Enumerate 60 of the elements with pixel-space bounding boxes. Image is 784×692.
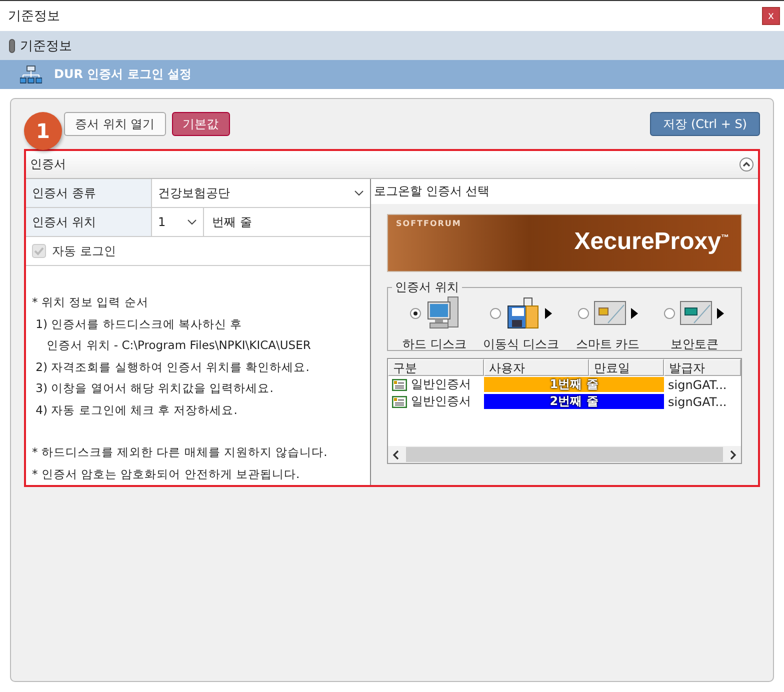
instruction-line: 2) 자격조회를 실행하여 인증서 위치를 확인하세요.: [34, 360, 310, 375]
user-cell: 2번째 줄: [484, 394, 664, 409]
radio-button[interactable]: [578, 308, 589, 318]
horizontal-scrollbar[interactable]: [388, 446, 741, 463]
scroll-left-icon[interactable]: [392, 450, 400, 460]
triangle-right-icon[interactable]: [630, 308, 638, 318]
table-cell: 일반인증서: [411, 393, 471, 410]
user-cell: 1번째 줄: [484, 377, 664, 392]
device-label: 하드 디스크: [402, 336, 466, 353]
instruction-line: 3) 이창을 열어서 해당 위치값을 입력하세요.: [34, 381, 274, 396]
certificate-icon: [392, 396, 407, 408]
auto-login-label: 자동 로그인: [52, 242, 116, 260]
save-button[interactable]: 저장 (Ctrl + S): [650, 112, 760, 136]
table-cell: signGAT...: [668, 394, 727, 408]
chevron-down-icon: [354, 190, 364, 196]
page-heading: DUR 인증서 로그인 설정: [54, 66, 192, 83]
capsule-icon: [9, 38, 15, 52]
device-label: 보안토큰: [670, 336, 718, 353]
radio-button[interactable]: [410, 308, 420, 318]
device-label: 스마트 카드: [576, 336, 640, 353]
field-label: 인증서 위치: [26, 208, 152, 236]
group-title: 인증서 위치: [394, 279, 460, 296]
instruction-line: 4) 자동 로그인에 체크 후 저장하세요.: [34, 402, 238, 418]
table-cell: 일반인증서: [411, 376, 471, 393]
column-header[interactable]: 만료일: [589, 359, 664, 376]
certificate-icon: [392, 378, 407, 390]
step-badge: 1: [24, 112, 62, 150]
default-button[interactable]: 기본값: [172, 112, 230, 136]
radio-button[interactable]: [664, 308, 676, 318]
instruction-line: 1) 인증서를 하드디스크에 복사하신 후: [34, 316, 242, 332]
breadcrumb: 기준정보: [20, 38, 72, 54]
device-label: 이동식 디스크: [483, 336, 560, 353]
instruction-line: * 인증서 암호는 암호화되어 안전하게 보관됩니다.: [32, 466, 300, 482]
location-select[interactable]: 1: [152, 208, 204, 236]
field-label: 인증서 종류: [26, 179, 152, 207]
triangle-right-icon[interactable]: [545, 308, 552, 318]
section-title: 인증서: [30, 156, 66, 173]
column-header[interactable]: 발급자: [664, 359, 741, 376]
floppy-usb-icon: [506, 296, 540, 330]
computer-icon: [426, 296, 460, 330]
certificate-type-select[interactable]: 건강보험공단: [152, 179, 370, 207]
scroll-right-icon[interactable]: [729, 450, 737, 460]
triangle-right-icon[interactable]: [717, 308, 724, 318]
product-banner: SOFTFORUM XecureProxy$^{™}$: [387, 214, 742, 272]
network-icon: [20, 64, 42, 84]
instruction-line: 인증서 위치 - C:\Program Files\NPKI\KICA\USER: [46, 338, 311, 354]
collapse-icon[interactable]: [739, 157, 754, 172]
field-suffix: 번째 줄: [211, 214, 252, 230]
close-button[interactable]: x: [762, 7, 780, 25]
open-location-button[interactable]: 증서 위치 열기: [64, 112, 166, 136]
security-token-icon: [680, 301, 712, 325]
instruction-line: * 위치 정보 입력 순서: [32, 295, 148, 310]
column-header[interactable]: 구분: [388, 359, 484, 376]
chevron-down-icon: [187, 219, 197, 225]
smart-card-icon: [594, 301, 626, 325]
window-title: 기준정보: [8, 8, 61, 25]
column-header[interactable]: 사용자: [484, 359, 589, 376]
table-cell: signGAT...: [668, 378, 727, 392]
instruction-line: * 하드디스크를 제외한 다른 매체를 지원하지 않습니다.: [32, 445, 328, 460]
radio-button[interactable]: [490, 308, 502, 318]
